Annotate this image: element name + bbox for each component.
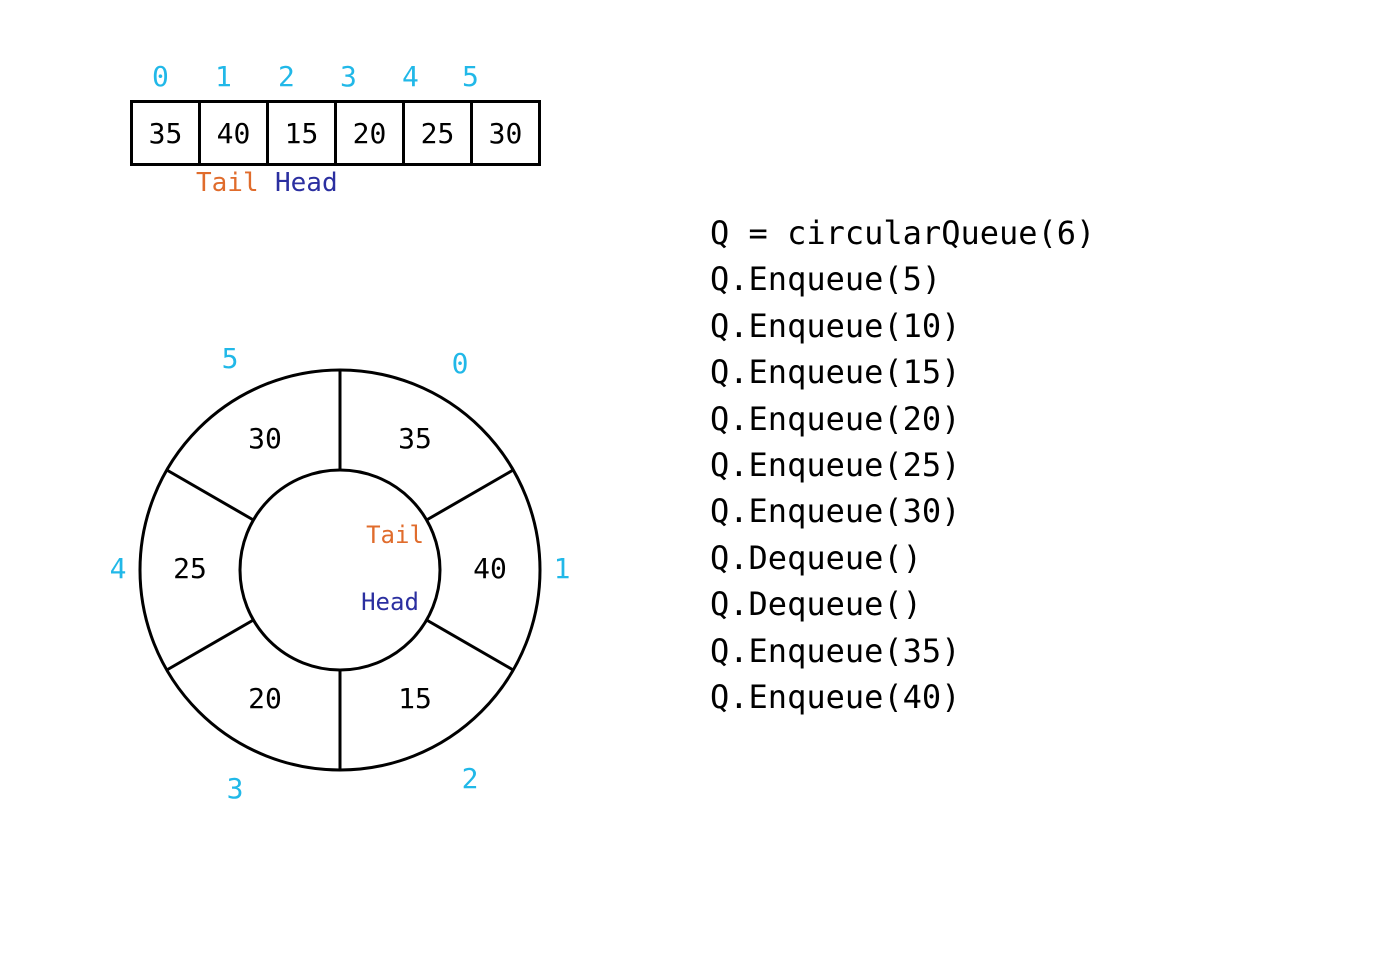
code-line: Q.Enqueue(25) xyxy=(710,442,1095,488)
array-head-label: Head xyxy=(275,168,338,198)
ring-index-5: 5 xyxy=(222,342,239,375)
array-cell-5: 30 xyxy=(470,100,541,166)
diagram-root: 0 1 2 3 4 5 35 40 15 20 25 30 Tail Head … xyxy=(0,0,1400,980)
code-line: Q.Enqueue(30) xyxy=(710,488,1095,534)
code-line: Q.Enqueue(5) xyxy=(710,256,1095,302)
array-index-4: 4 xyxy=(402,60,419,93)
array-index-1: 1 xyxy=(215,60,232,93)
array-index-3: 3 xyxy=(340,60,357,93)
code-line: Q.Dequeue() xyxy=(710,535,1095,581)
ring-index-1: 1 xyxy=(554,552,571,585)
code-line: Q.Enqueue(15) xyxy=(710,349,1095,395)
array-tail-label: Tail xyxy=(196,168,259,198)
array-index-2: 2 xyxy=(278,60,295,93)
code-line: Q.Enqueue(10) xyxy=(710,303,1095,349)
circular-queue-diagram: 35 40 15 20 25 30 0 1 2 3 4 5 Tail Head xyxy=(90,290,590,850)
ring-tail-label: Tail xyxy=(366,521,424,549)
code-line: Q.Enqueue(20) xyxy=(710,396,1095,442)
ring-value-0: 35 xyxy=(398,422,432,455)
ring-value-1: 40 xyxy=(473,552,507,585)
array-cell-3: 20 xyxy=(334,100,405,166)
ring-value-5: 30 xyxy=(248,422,282,455)
ring-index-4: 4 xyxy=(110,552,127,585)
code-line: Q.Dequeue() xyxy=(710,581,1095,627)
code-listing: Q = circularQueue(6) Q.Enqueue(5) Q.Enqu… xyxy=(710,210,1095,720)
ring-index-0: 0 xyxy=(452,347,469,380)
array-cell-1: 40 xyxy=(198,100,269,166)
array-cell-4: 25 xyxy=(402,100,473,166)
linear-array: 35 40 15 20 25 30 xyxy=(130,100,541,166)
ring-index-3: 3 xyxy=(227,772,244,805)
ring-head-label: Head xyxy=(361,588,419,616)
array-index-5: 5 xyxy=(462,60,479,93)
array-cell-0: 35 xyxy=(130,100,201,166)
array-cell-2: 15 xyxy=(266,100,337,166)
ring-value-3: 20 xyxy=(248,682,282,715)
ring-value-2: 15 xyxy=(398,682,432,715)
ring-value-4: 25 xyxy=(173,552,207,585)
code-line: Q = circularQueue(6) xyxy=(710,210,1095,256)
code-line: Q.Enqueue(40) xyxy=(710,674,1095,720)
ring-index-2: 2 xyxy=(462,762,479,795)
code-line: Q.Enqueue(35) xyxy=(710,628,1095,674)
array-index-0: 0 xyxy=(152,60,169,93)
